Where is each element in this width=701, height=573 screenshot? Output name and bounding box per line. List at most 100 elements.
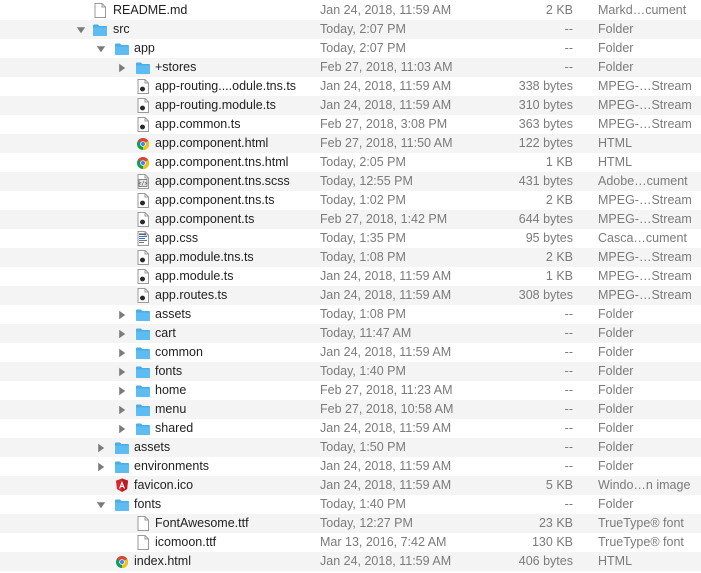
angular-icon: [114, 478, 130, 493]
file-row-index-html[interactable]: index.html Jan 24, 2018, 11:59 AM 406 byte…: [0, 552, 701, 571]
file-row-app-fonts[interactable]: fonts Today, 1:40 PM -- Folder: [0, 362, 701, 381]
file-name: app.component.tns.html: [155, 155, 289, 169]
file-kind: HTML: [598, 136, 633, 150]
file-row-shared[interactable]: shared Jan 24, 2018, 11:59 AM -- Folder: [0, 419, 701, 438]
file-row-app-component-ts[interactable]: app.component.ts Feb 27, 2018, 1:42 PM 644…: [0, 210, 701, 229]
file-row-fontawesome-ttf[interactable]: FontAwesome.ttf Today, 12:27 PM 23 KB TrueT…: [0, 514, 701, 533]
disclosure-collapsed-icon[interactable]: [117, 423, 127, 434]
date-modified: Today, 1:50 PM: [320, 440, 406, 454]
file-size: --: [564, 345, 573, 359]
file-list: README.md Jan 24, 2018, 11:59 AM 2 KB Markd…: [0, 0, 701, 573]
file-row-cart[interactable]: cart Today, 11:47 AM -- Folder: [0, 324, 701, 343]
disclosure-collapsed-icon[interactable]: [96, 461, 106, 472]
file-size: 406 bytes: [518, 554, 573, 568]
file-size: 1 KB: [545, 155, 573, 169]
disclosure-collapsed-icon[interactable]: [117, 347, 127, 358]
file-row-app-component-tns-html[interactable]: app.component.tns.html Today, 2:05 PM 1 KB…: [0, 153, 701, 172]
file-row-common[interactable]: common Jan 24, 2018, 11:59 AM -- Folder: [0, 343, 701, 362]
folder-icon: [114, 41, 130, 56]
file-size: --: [564, 383, 573, 397]
file-kind: MPEG-…Stream: [598, 288, 692, 302]
file-row-app[interactable]: app Today, 2:07 PM -- Folder: [0, 39, 701, 58]
file-row-app-module-tns-ts[interactable]: app.module.tns.ts Today, 1:08 PM 2 KB MPEG-…: [0, 248, 701, 267]
file-row-app-css[interactable]: app.css Today, 1:35 PM 95 bytes Casca…cumen…: [0, 229, 701, 248]
file-name: app.component.tns.scss: [155, 174, 290, 188]
file-row-readme-md[interactable]: README.md Jan 24, 2018, 11:59 AM 2 KB Markd…: [0, 1, 701, 20]
file-row-app-component-tns-scss[interactable]: </> app.component.tns.scss Today, 12:55 P…: [0, 172, 701, 191]
folder-icon: [135, 421, 151, 436]
document-icon: [92, 3, 108, 18]
file-row-app-component-tns-ts[interactable]: app.component.tns.ts Today, 1:02 PM 2 KB MP…: [0, 191, 701, 210]
file-row-environments[interactable]: environments Jan 24, 2018, 11:59 AM -- Fold…: [0, 457, 701, 476]
date-modified: Jan 24, 2018, 11:59 AM: [320, 459, 452, 473]
chrome-html-icon: [135, 136, 151, 151]
file-kind: MPEG-…Stream: [598, 250, 692, 264]
file-row-home[interactable]: home Feb 27, 2018, 11:23 AM -- Folder: [0, 381, 701, 400]
file-row-icomoon-ttf[interactable]: icomoon.ttf Mar 13, 2016, 7:42 AM 130 KB Tr…: [0, 533, 701, 552]
file-name: assets: [134, 440, 171, 454]
file-size: 1 KB: [545, 269, 573, 283]
disclosure-collapsed-icon[interactable]: [117, 309, 127, 320]
file-row-app-routing-odule-tns-ts[interactable]: app-routing....odule.tns.ts Jan 24, 2018,…: [0, 77, 701, 96]
svg-text:</>: </>: [138, 181, 147, 187]
file-name: app.module.ts: [155, 269, 234, 283]
file-kind: Adobe…cument: [598, 174, 688, 188]
folder-icon: [114, 459, 130, 474]
file-row-assets[interactable]: assets Today, 1:50 PM -- Folder: [0, 438, 701, 457]
file-name: cart: [155, 326, 176, 340]
document-icon: [135, 516, 151, 531]
date-modified: Today, 2:05 PM: [320, 155, 406, 169]
file-size: --: [564, 326, 573, 340]
file-kind: MPEG-…Stream: [598, 117, 692, 131]
date-modified: Jan 24, 2018, 11:59 AM: [320, 478, 452, 492]
disclosure-collapsed-icon[interactable]: [117, 404, 127, 415]
file-kind: Folder: [598, 421, 634, 435]
file-row-app-routes-ts[interactable]: app.routes.ts Jan 24, 2018, 11:59 AM 308 b…: [0, 286, 701, 305]
date-modified: Jan 24, 2018, 11:59 AM: [320, 554, 452, 568]
file-size: --: [564, 41, 573, 55]
folder-icon: [135, 402, 151, 417]
file-row-app-routing-module-ts[interactable]: app-routing.module.ts Jan 24, 2018, 11:59…: [0, 96, 701, 115]
disclosure-collapsed-icon[interactable]: [117, 328, 127, 339]
file-row-app-component-html[interactable]: app.component.html Feb 27, 2018, 11:50 AM…: [0, 134, 701, 153]
folder-icon: [135, 326, 151, 341]
file-size: 2 KB: [545, 193, 573, 207]
file-size: 122 bytes: [518, 136, 573, 150]
document-icon: [135, 535, 151, 550]
file-row-app-assets[interactable]: assets Today, 1:08 PM -- Folder: [0, 305, 701, 324]
disclosure-expanded-icon[interactable]: [76, 24, 86, 35]
date-modified: Feb 27, 2018, 3:08 PM: [320, 117, 448, 131]
date-modified: Feb 27, 2018, 11:23 AM: [320, 383, 453, 397]
file-name: app.css: [155, 231, 199, 245]
disclosure-collapsed-icon[interactable]: [117, 366, 127, 377]
file-name: fonts: [155, 364, 183, 378]
disclosure-expanded-icon[interactable]: [96, 499, 106, 510]
ts-file-icon: [135, 250, 151, 265]
disclosure-collapsed-icon[interactable]: [96, 442, 106, 453]
file-row-stores[interactable]: +stores Feb 27, 2018, 11:03 AM -- Folder: [0, 58, 701, 77]
file-name: app.module.tns.ts: [155, 250, 254, 264]
folder-icon: [114, 440, 130, 455]
file-kind: Folder: [598, 459, 634, 473]
file-row-app-common-ts[interactable]: app.common.ts Feb 27, 2018, 3:08 PM 363 by…: [0, 115, 701, 134]
file-row-app-module-ts[interactable]: app.module.ts Jan 24, 2018, 11:59 AM 1 KB M…: [0, 267, 701, 286]
file-name: home: [155, 383, 187, 397]
folder-icon: [135, 307, 151, 322]
disclosure-collapsed-icon[interactable]: [117, 62, 127, 73]
file-size: --: [564, 364, 573, 378]
date-modified: Today, 1:35 PM: [320, 231, 406, 245]
file-row-favicon-ico[interactable]: favicon.ico Jan 24, 2018, 11:59 AM 5 KB Win…: [0, 476, 701, 495]
date-modified: Jan 24, 2018, 11:59 AM: [320, 288, 452, 302]
file-row-fonts[interactable]: fonts Today, 1:40 PM -- Folder: [0, 495, 701, 514]
disclosure-collapsed-icon[interactable]: [117, 385, 127, 396]
file-kind: Folder: [598, 41, 634, 55]
file-kind: HTML: [598, 554, 633, 568]
file-kind: Folder: [598, 345, 634, 359]
folder-icon: [135, 364, 151, 379]
disclosure-expanded-icon[interactable]: [96, 43, 106, 54]
file-size: --: [564, 402, 573, 416]
file-row-menu[interactable]: menu Feb 27, 2018, 10:58 AM -- Folder: [0, 400, 701, 419]
file-size: 23 KB: [538, 516, 573, 530]
file-size: 2 KB: [545, 250, 573, 264]
file-row-src[interactable]: src Today, 2:07 PM -- Folder: [0, 20, 701, 39]
